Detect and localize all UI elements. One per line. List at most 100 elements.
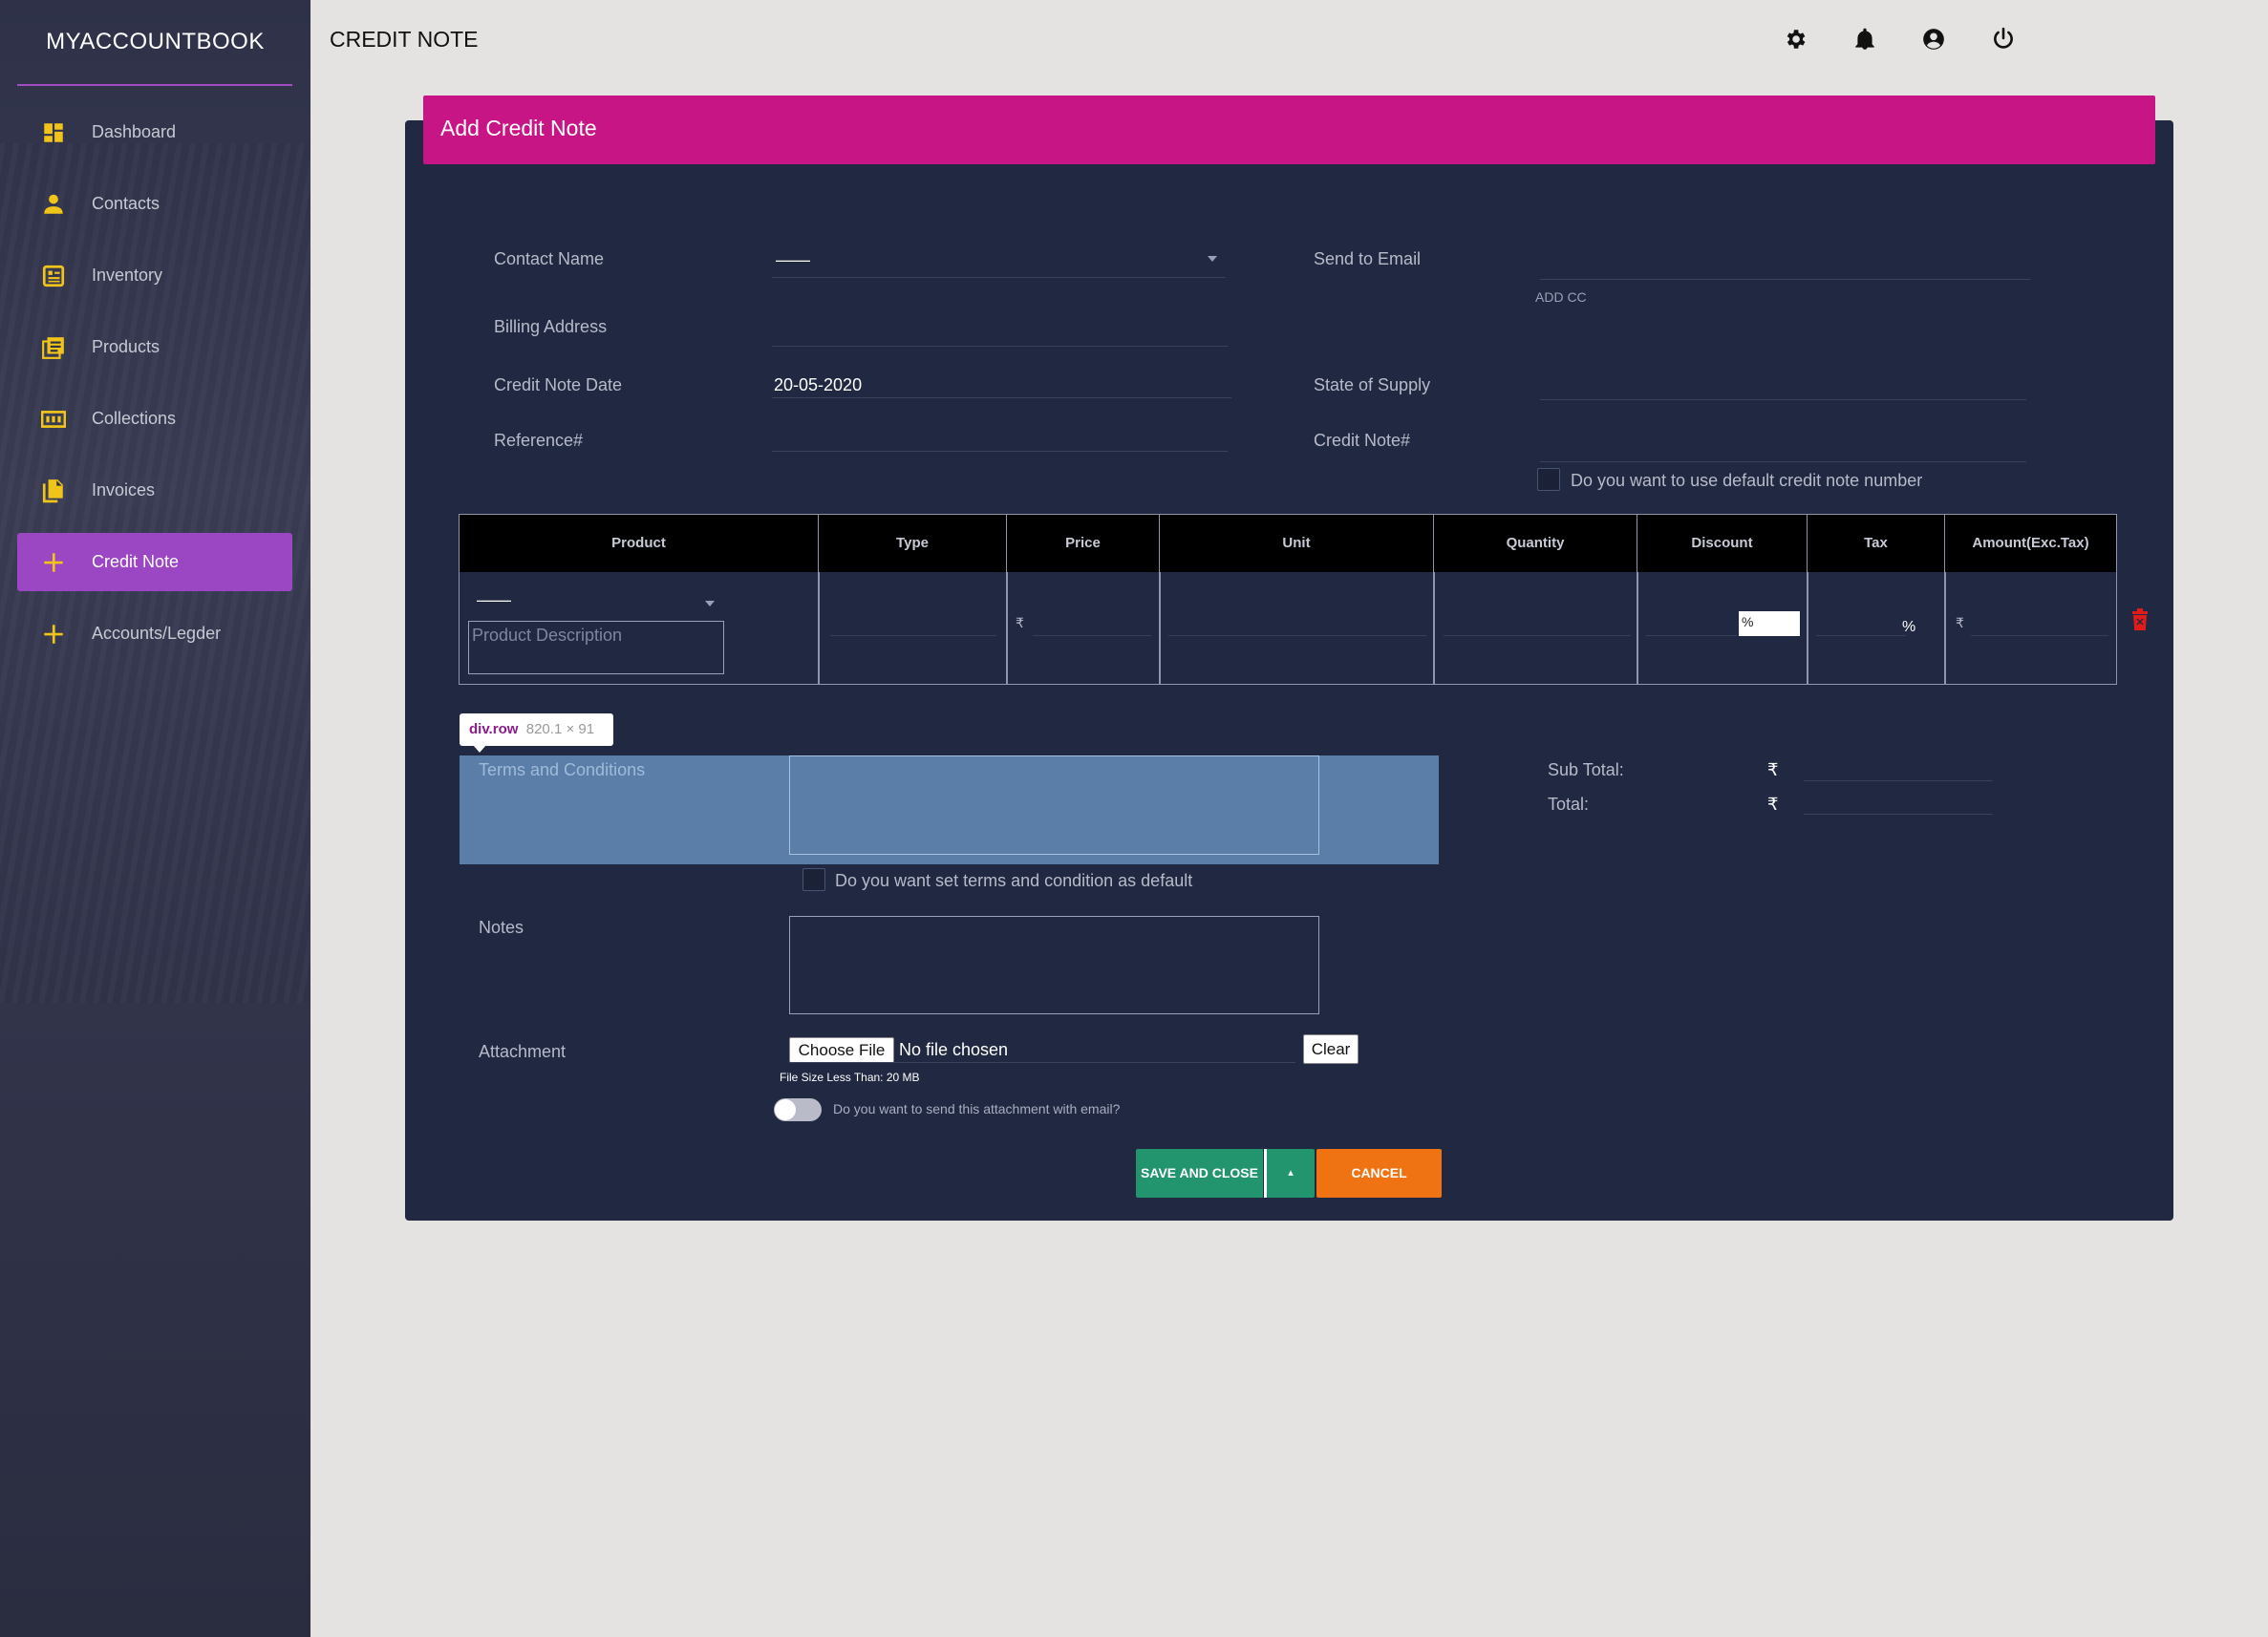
choose-file-button[interactable]: Choose File	[789, 1037, 894, 1063]
credit-note-date-underline	[772, 397, 1231, 398]
save-options-toggle[interactable]: ▴	[1264, 1149, 1315, 1198]
send-to-email-label: Send to Email	[1314, 249, 1422, 268]
column-divider	[1006, 572, 1008, 685]
column-header: Product	[460, 515, 819, 572]
brand-logo[interactable]: MYACCOUNTBOOK	[0, 0, 310, 84]
invoices-icon	[40, 478, 67, 504]
product-description-input[interactable]: Product Description	[468, 621, 724, 674]
credit-note-number-field[interactable]	[1540, 461, 2026, 462]
sidebar-item-collections[interactable]: Collections	[17, 390, 292, 448]
credit-note-date-label: Credit Note Date	[494, 375, 623, 394]
terms-textarea[interactable]	[789, 755, 1319, 855]
price-field[interactable]	[1033, 635, 1151, 636]
dashboard-icon	[40, 119, 67, 146]
price-currency: ₹	[1016, 615, 1024, 630]
total-field	[1804, 814, 1993, 815]
sidebar-item-accounts-ledger[interactable]: Accounts/Legder	[17, 605, 292, 663]
sidebar: MYACCOUNTBOOK Dashboard Contacts Invento…	[0, 0, 310, 1637]
column-divider	[1159, 572, 1161, 685]
sidebar-item-label: Dashboard	[92, 122, 177, 141]
save-and-close-button[interactable]: SAVE AND CLOSE	[1136, 1149, 1263, 1198]
credit-note-date-field[interactable]: 20-05-2020	[774, 375, 862, 395]
notes-label: Notes	[479, 918, 524, 937]
amount-field[interactable]	[1971, 635, 2108, 636]
sidebar-item-label: Inventory	[92, 266, 163, 285]
add-cc-link[interactable]: ADD CC	[1535, 289, 1587, 305]
billing-address-field[interactable]	[772, 346, 1228, 347]
type-field[interactable]	[830, 635, 996, 636]
plus-icon	[40, 621, 67, 648]
send-attachment-toggle[interactable]	[774, 1098, 822, 1121]
column-divider	[1637, 572, 1638, 685]
person-icon	[40, 191, 67, 218]
column-header: Price	[1007, 515, 1160, 572]
product-select[interactable]: ——	[477, 590, 511, 610]
cancel-button[interactable]: CANCEL	[1316, 1149, 1442, 1198]
reference-label: Reference#	[494, 431, 584, 450]
chevron-down-icon[interactable]	[705, 601, 715, 606]
terms-label: Terms and Conditions	[479, 760, 646, 779]
tooltip-tag: div.row	[469, 721, 519, 737]
total-label: Total:	[1548, 795, 1590, 814]
delete-row-icon[interactable]	[2131, 608, 2149, 631]
tax-unit: %	[1902, 619, 1916, 635]
file-size-note: File Size Less Than: 20 MB	[780, 1071, 920, 1084]
sub-total-currency: ₹	[1767, 760, 1779, 779]
account-icon[interactable]	[1921, 27, 1946, 52]
bell-icon[interactable]	[1852, 27, 1877, 52]
reference-field[interactable]	[772, 451, 1228, 452]
inventory-icon	[40, 263, 67, 289]
contact-name-select[interactable]: ——	[776, 250, 810, 270]
send-to-email-field[interactable]	[1540, 279, 2030, 280]
sidebar-item-label: Collections	[92, 409, 177, 428]
state-of-supply-label: State of Supply	[1314, 375, 1431, 394]
quantity-field[interactable]	[1444, 635, 1631, 636]
column-divider	[1807, 572, 1808, 685]
billing-address-label: Billing Address	[494, 317, 608, 336]
collections-icon	[40, 406, 67, 433]
contact-name-underline	[772, 277, 1226, 278]
send-attachment-label: Do you want to send this attachment with…	[833, 1101, 1121, 1116]
brand-divider	[17, 84, 292, 86]
state-of-supply-field[interactable]	[1540, 399, 2026, 400]
tooltip-size: 820.1 × 91	[525, 721, 595, 737]
clear-button[interactable]: Clear	[1303, 1034, 1359, 1064]
page-title: CREDIT NOTE	[330, 27, 479, 52]
sidebar-item-label: Accounts/Legder	[92, 624, 222, 643]
products-icon	[40, 334, 67, 361]
column-divider	[1433, 572, 1435, 685]
discount-percent-input[interactable]: %	[1739, 611, 1800, 636]
table-header: Product Type Price Unit Quantity Discoun…	[460, 515, 2116, 572]
sidebar-item-contacts[interactable]: Contacts	[17, 175, 292, 233]
sidebar-item-inventory[interactable]: Inventory	[17, 246, 292, 305]
tax-field[interactable]	[1816, 635, 1906, 636]
attachment-label: Attachment	[479, 1042, 567, 1061]
sidebar-item-invoices[interactable]: Invoices	[17, 461, 292, 520]
file-status: No file chosen	[899, 1040, 1009, 1059]
column-header: Discount	[1637, 515, 1808, 572]
sidebar-item-credit-note[interactable]: Credit Note	[17, 533, 292, 591]
credit-note-number-label: Credit Note#	[1314, 431, 1411, 450]
column-header: Quantity	[1434, 515, 1637, 572]
notes-textarea[interactable]	[789, 916, 1319, 1014]
terms-default-checkbox[interactable]	[802, 868, 825, 891]
settings-icon[interactable]	[1783, 27, 1808, 52]
sub-total-field	[1804, 780, 1993, 781]
power-icon[interactable]	[1991, 27, 2016, 52]
discount-field[interactable]	[1646, 635, 1738, 636]
column-header: Amount(Exc.Tax)	[1972, 535, 2089, 551]
sidebar-item-label: Credit Note	[92, 552, 180, 571]
total-currency: ₹	[1767, 795, 1779, 814]
column-header: Tax	[1808, 515, 1945, 572]
sidebar-item-products[interactable]: Products	[17, 318, 292, 376]
default-number-checkbox[interactable]	[1537, 468, 1560, 491]
terms-default-label: Do you want set terms and condition as d…	[835, 871, 1193, 890]
unit-field[interactable]	[1168, 635, 1426, 636]
contact-name-label: Contact Name	[494, 249, 605, 268]
column-header: Unit	[1160, 515, 1434, 572]
sidebar-item-dashboard[interactable]: Dashboard	[17, 103, 292, 161]
chevron-down-icon[interactable]	[1208, 256, 1217, 262]
plus-icon	[40, 549, 67, 576]
sidebar-nav: Dashboard Contacts Inventory Products Co…	[17, 103, 292, 676]
sidebar-item-label: Invoices	[92, 480, 156, 500]
